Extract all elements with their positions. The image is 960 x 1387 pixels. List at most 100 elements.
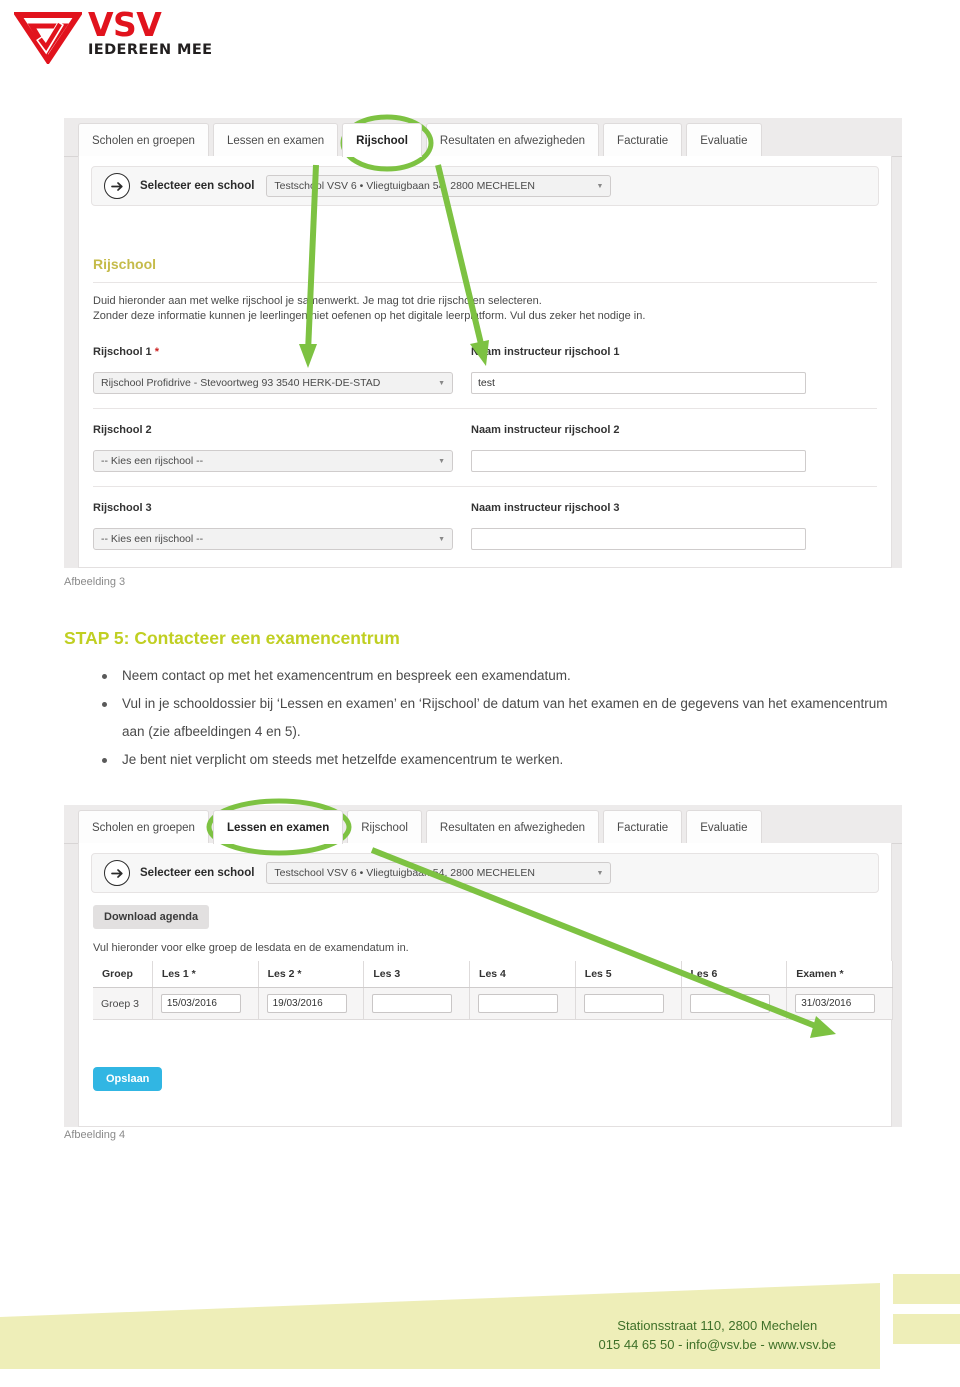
date-input[interactable]: 19/03/2016 (266, 994, 347, 1013)
figure3-tab-list: Scholen en groepen Lessen en examen Rijsch… (78, 123, 766, 157)
tab-facturatie[interactable]: Facturatie (603, 810, 683, 844)
table-row: Groep 3 15/03/2016 19/03/2016 31/03/2016 (93, 987, 893, 1020)
tab-label: Scholen en groepen (92, 821, 195, 834)
figure3-school-select[interactable]: Testschool VSV 6 • Vliegtuigbaan 54, 280… (266, 175, 612, 197)
step-bullet-list: Neem contact op met het examencentrum en… (100, 662, 890, 774)
divider (93, 408, 877, 409)
instructeur-2-input[interactable] (471, 450, 806, 472)
figure3-school-select-value: Testschool VSV 6 • Vliegtuigbaan 54, 280… (274, 180, 535, 192)
figure4-school-selector-bar: Selecteer een school Testschool VSV 6 • … (91, 853, 879, 893)
tab-lessen-en-examen[interactable]: Lessen en examen (212, 123, 339, 157)
rijschool-3-label: Rijschool 3 (93, 502, 152, 514)
date-input[interactable]: 31/03/2016 (795, 994, 876, 1013)
save-button[interactable]: Opslaan (93, 1067, 163, 1091)
table-cell-groep: Groep 3 (93, 987, 153, 1020)
page-footer: Stationsstraat 110, 2800 Mechelen 015 44… (0, 1252, 960, 1382)
tab-label: Lessen en examen (226, 134, 325, 147)
table-cell (363, 987, 471, 1020)
tab-label: Evaluatie (700, 134, 748, 147)
tab-label: Evaluatie (700, 821, 748, 834)
rijschool-2-select[interactable]: -- Kies een rijschool -- ▼ (93, 450, 453, 472)
table-header-cell: Les 3 (363, 961, 471, 988)
tab-label: Rijschool (361, 821, 408, 834)
footer-address: Stationsstraat 110, 2800 Mechelen (617, 1318, 818, 1333)
tab-scholen-en-groepen[interactable]: Scholen en groepen (78, 123, 209, 157)
download-agenda-button[interactable]: Download agenda (93, 905, 210, 929)
table-header-cell: Les 1 * (152, 961, 259, 988)
rijschool-3-select-value: -- Kies een rijschool -- (101, 533, 204, 545)
tab-label: Rijschool (356, 134, 408, 147)
chevron-down-icon: ▼ (438, 535, 445, 543)
tab-rijschool[interactable]: Rijschool (347, 810, 422, 844)
figure4-school-select[interactable]: Testschool VSV 6 • Vliegtuigbaan 54, 280… (266, 862, 612, 884)
lesdata-table: Groep Les 1 * Les 2 * Les 3 Les 4 Les 5 Les 6E… (93, 961, 893, 1020)
date-input-value: 19/03/2016 (272, 998, 323, 1009)
tab-resultaten-en-afwezigheden[interactable]: Resultaten en afwezigheden (425, 810, 600, 844)
date-input[interactable]: 15/03/2016 (160, 994, 241, 1013)
figure4-tabbar: Scholen en groepen Lessen en examen Rijsch… (64, 805, 902, 844)
instructeur-1-label: Naam instructeur rijschool 1 (471, 346, 620, 358)
footer-contact-block: Stationsstraat 110, 2800 Mechelen 015 44… (599, 1316, 836, 1354)
brand-name: VSV (88, 5, 162, 44)
tab-label: Scholen en groepen (92, 134, 195, 147)
figure3-paragraph: Duid hieronder aan met welke rijschool j… (93, 294, 877, 324)
tab-lessen-en-examen[interactable]: Lessen en examen (212, 810, 344, 844)
table-cell: 19/03/2016 (258, 987, 365, 1020)
figure3-section-title: Rijschool (93, 256, 157, 272)
table-header-cell: Les 5 (575, 961, 682, 988)
tab-label: Facturatie (617, 821, 669, 834)
footer-contact: 015 44 65 50 - info@vsv.be - www.vsv.be (598, 1337, 836, 1352)
rijschool-3-select[interactable]: -- Kies een rijschool -- ▼ (93, 528, 453, 550)
chevron-down-icon: ▼ (596, 869, 604, 877)
list-item: Je bent niet verplicht om steeds met het… (100, 746, 890, 774)
instructeur-3-label: Naam instructeur rijschool 3 (471, 502, 620, 514)
table-cell: 31/03/2016 (786, 987, 893, 1020)
figure4-school-selector-label: Selecteer een school (140, 867, 255, 879)
figure4-panel: Selecteer een school Testschool VSV 6 • … (78, 843, 893, 1127)
table-header-cell: Les 2 * (258, 961, 365, 988)
table-cell: 15/03/2016 (152, 987, 259, 1020)
figure3-panel: Selecteer een school Testschool VSV 6 • … (78, 156, 892, 568)
tab-rijschool[interactable]: Rijschool (342, 123, 422, 157)
vsv-logo: VSV IEDEREEN MEE (12, 8, 214, 66)
figure3-screenshot: Scholen en groepen Lessen en examen Rijsch… (64, 118, 902, 568)
list-item: Vul in je schooldossier bij ‘Lessen en e… (100, 690, 890, 746)
tab-label: Resultaten en afwezigheden (439, 821, 586, 834)
figure3-school-selector-bar: Selecteer een school Testschool VSV 6 • … (91, 166, 879, 206)
tab-facturatie[interactable]: Facturatie (603, 123, 683, 157)
table-header-cell: Groep (93, 961, 153, 988)
instructeur-2-label: Naam instructeur rijschool 2 (471, 424, 620, 436)
figure4-school-select-value: Testschool VSV 6 • Vliegtuigbaan 54, 280… (274, 867, 535, 879)
date-input[interactable] (689, 994, 770, 1013)
figure4-instruction: Vul hieronder voor elke groep de lesdata… (93, 942, 409, 954)
figure4-screenshot: Scholen en groepen Lessen en examen Rijsch… (64, 805, 902, 1127)
footer-bar-bottom (893, 1314, 960, 1344)
required-marker: * (151, 346, 160, 358)
instructeur-3-input[interactable] (471, 528, 806, 550)
chevron-down-icon: ▼ (596, 182, 604, 190)
rijschool-1-select[interactable]: Rijschool Profidrive - Stevoortweg 93 35… (93, 372, 453, 394)
rijschool-1-label: Rijschool 1 * (93, 346, 160, 358)
arrow-right-icon (104, 860, 130, 886)
tab-evaluatie[interactable]: Evaluatie (686, 123, 762, 157)
figure3-caption: Afbeelding 3 (64, 576, 126, 588)
arrow-right-icon (104, 173, 130, 199)
figure3-paragraph-line2: Zonder deze informatie kunnen je leerlin… (93, 310, 646, 322)
figure4-tab-list: Scholen en groepen Lessen en examen Rijsch… (78, 810, 766, 844)
figure3-paragraph-line1: Duid hieronder aan met welke rijschool j… (93, 295, 542, 307)
instructeur-1-input[interactable]: test (471, 372, 806, 394)
tab-resultaten-en-afwezigheden[interactable]: Resultaten en afwezigheden (425, 123, 600, 157)
tab-scholen-en-groepen[interactable]: Scholen en groepen (78, 810, 209, 844)
page-title: STAP 5: Contacteer een examencentrum (64, 628, 400, 648)
chevron-down-icon: ▼ (438, 379, 445, 387)
vsv-triangle-check-icon (12, 10, 84, 66)
table-cell (681, 987, 788, 1020)
tab-evaluatie[interactable]: Evaluatie (686, 810, 762, 844)
date-input[interactable] (583, 994, 664, 1013)
date-input[interactable] (478, 994, 559, 1013)
date-input[interactable] (372, 994, 453, 1013)
vsv-wordmark: VSV IEDEREEN MEE (88, 8, 214, 64)
list-item: Neem contact op met het examencentrum en… (100, 662, 890, 690)
rijschool-1-select-value: Rijschool Profidrive - Stevoortweg 93 35… (101, 377, 381, 389)
instructeur-1-value: test (478, 377, 495, 389)
